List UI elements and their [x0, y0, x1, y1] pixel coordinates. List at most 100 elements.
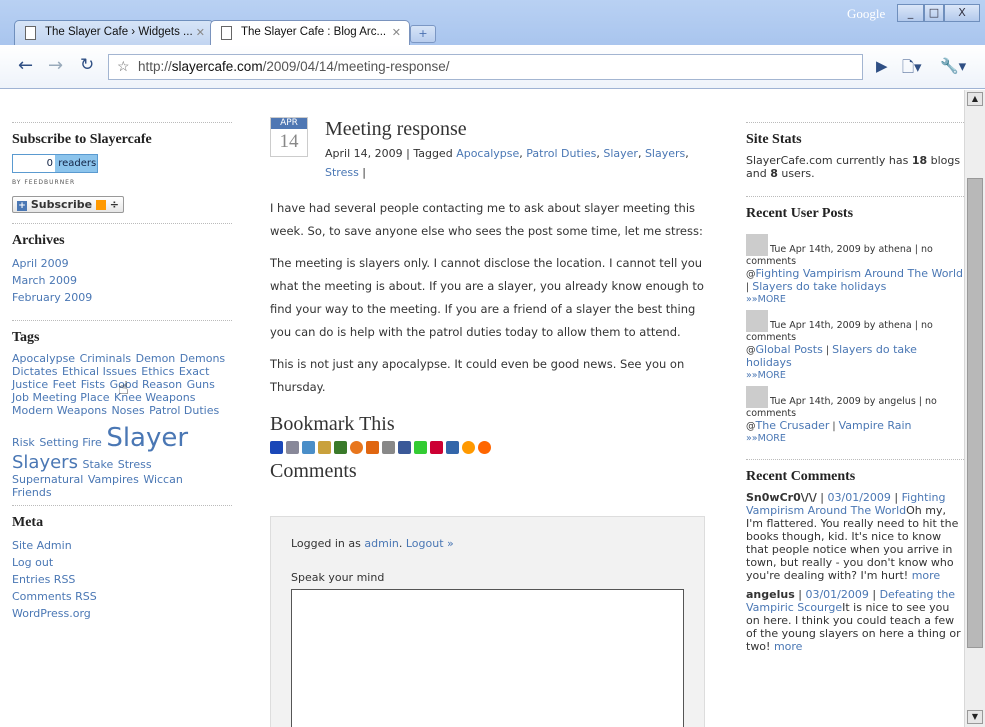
- tag-link[interactable]: Stake: [82, 458, 113, 471]
- maximize-button[interactable]: □: [924, 4, 944, 22]
- tag-link[interactable]: Ethical Issues: [62, 365, 137, 378]
- tag-link[interactable]: Risk: [12, 436, 35, 449]
- close-tab-icon[interactable]: ✕: [392, 26, 401, 39]
- tab-blog-archive[interactable]: The Slayer Cafe : Blog Arc... ✕: [210, 20, 410, 45]
- google-icon[interactable]: [414, 441, 427, 454]
- tag-link[interactable]: Friends: [12, 486, 52, 499]
- comment-date-link[interactable]: 03/01/2009: [805, 588, 868, 601]
- new-tab-button[interactable]: +: [410, 25, 436, 43]
- site-admin-link[interactable]: Site Admin: [12, 539, 72, 552]
- tag-link[interactable]: Job Meeting Place: [12, 391, 110, 404]
- forward-icon[interactable]: →: [48, 55, 63, 76]
- tag-link[interactable]: Guns: [187, 378, 215, 391]
- technorati-icon[interactable]: [366, 441, 379, 454]
- subscribe-widget: Subscribe to Slayercafe 0 readers BY FEE…: [12, 122, 232, 223]
- post-paragraph: I have had several people contacting me …: [270, 201, 703, 238]
- recent-post-link[interactable]: Slayers do take holidays: [752, 280, 886, 293]
- tag-link[interactable]: Ethics: [141, 365, 174, 378]
- comment-date-link[interactable]: 03/01/2009: [828, 491, 891, 504]
- minimize-button[interactable]: _: [897, 4, 924, 22]
- tag-link-medium[interactable]: Slayers: [12, 452, 78, 473]
- logout-link[interactable]: Logout »: [406, 537, 454, 550]
- tag-link[interactable]: Criminals: [80, 352, 132, 365]
- more-link[interactable]: »»MORE: [746, 370, 786, 381]
- tag-link[interactable]: Patrol Duties: [149, 404, 219, 417]
- rss-icon[interactable]: [462, 441, 475, 454]
- tag-link[interactable]: Setting Fire: [39, 436, 102, 449]
- tag-link[interactable]: Noses: [111, 404, 144, 417]
- post-tag-link[interactable]: Patrol Duties: [526, 147, 596, 160]
- furl-icon[interactable]: [318, 441, 331, 454]
- close-window-button[interactable]: X: [944, 4, 980, 22]
- recent-posts-title: Recent User Posts: [746, 196, 964, 222]
- digg-icon[interactable]: [286, 441, 299, 454]
- more-link[interactable]: »»MORE: [746, 294, 786, 305]
- subscribe-button[interactable]: + Subscribe ÷: [12, 196, 124, 213]
- delicious-icon[interactable]: [270, 441, 283, 454]
- tag-link[interactable]: Wiccan: [143, 473, 183, 486]
- post-title: Meeting response: [325, 118, 467, 140]
- tag-link[interactable]: Exact: [179, 365, 210, 378]
- post-tag-link[interactable]: Slayers: [645, 147, 685, 160]
- back-icon[interactable]: ←: [18, 55, 33, 76]
- blinklist-icon[interactable]: [302, 441, 315, 454]
- recent-comment-item: Sn0wCr0\/\/ | 03/01/2009 | Fighting Vamp…: [746, 491, 959, 582]
- tags-widget: Tags Apocalypse Criminals Demon Demons D…: [12, 320, 232, 499]
- feedburner-counter[interactable]: 0 readers: [12, 154, 98, 173]
- recent-post-link[interactable]: Global Posts: [756, 343, 823, 356]
- recent-posts-widget: Recent User Posts Tue Apr 14th, 2009 by …: [746, 196, 964, 445]
- tag-link[interactable]: Stress: [118, 458, 152, 471]
- scrollbar[interactable]: ▲ ▼: [964, 90, 985, 727]
- archive-link[interactable]: April 2009: [12, 257, 69, 270]
- wrench-icon[interactable]: 🔧▾: [940, 57, 966, 75]
- tagged-label: Tagged: [413, 147, 453, 160]
- tag-link[interactable]: Apocalypse: [12, 352, 75, 365]
- reload-icon[interactable]: ↻: [80, 55, 94, 75]
- newsvine-icon[interactable]: [446, 441, 459, 454]
- user-link[interactable]: admin: [364, 537, 398, 550]
- more-link[interactable]: more: [774, 640, 803, 653]
- wordpress-link[interactable]: WordPress.org: [12, 607, 91, 620]
- play-icon[interactable]: ▶: [876, 57, 888, 75]
- tag-link[interactable]: Supernatural: [12, 473, 83, 486]
- post-tag-link[interactable]: Apocalypse: [456, 147, 519, 160]
- tag-link[interactable]: Feet: [53, 378, 77, 391]
- tag-link[interactable]: Vampires: [88, 473, 139, 486]
- yahoo-icon[interactable]: [430, 441, 443, 454]
- tag-link[interactable]: Justice: [12, 378, 48, 391]
- recent-post-link[interactable]: Vampire Rain: [839, 419, 912, 432]
- recent-post-item: Tue Apr 14th, 2009 by athena | no commen…: [746, 234, 964, 306]
- scroll-up-icon[interactable]: ▲: [967, 92, 983, 106]
- blogmarks-icon[interactable]: [334, 441, 347, 454]
- star-icon[interactable]: ☆: [117, 58, 130, 75]
- tab-widgets[interactable]: The Slayer Cafe › Widgets ... ✕: [14, 20, 214, 45]
- entries-rss-link[interactable]: Entries RSS: [12, 573, 75, 586]
- archive-link[interactable]: February 2009: [12, 291, 92, 304]
- recent-post-link[interactable]: The Crusader: [756, 419, 830, 432]
- logout-link[interactable]: Log out: [12, 556, 53, 569]
- tag-link-large[interactable]: Slayer: [106, 423, 188, 453]
- more-link[interactable]: more: [912, 569, 941, 582]
- post-tag-link[interactable]: Slayer: [603, 147, 638, 160]
- more-link[interactable]: »»MORE: [746, 433, 786, 444]
- tag-link[interactable]: Fists: [81, 378, 105, 391]
- comments-rss-link[interactable]: Comments RSS: [12, 590, 97, 603]
- post-tag-link[interactable]: Stress: [325, 166, 359, 179]
- scroll-down-icon[interactable]: ▼: [967, 710, 983, 724]
- facebook-icon[interactable]: [398, 441, 411, 454]
- page-menu-icon[interactable]: 🗋▾: [902, 57, 922, 82]
- browser-tab-strip: The Slayer Cafe › Widgets ... ✕ The Slay…: [0, 0, 985, 45]
- address-bar[interactable]: ☆ http://slayercafe.com/2009/04/14/meeti…: [108, 54, 863, 80]
- tag-link[interactable]: Modern Weapons: [12, 404, 107, 417]
- stumbleupon-icon[interactable]: [350, 441, 363, 454]
- close-tab-icon[interactable]: ✕: [196, 26, 205, 39]
- recent-post-link[interactable]: Fighting Vampirism Around The World: [756, 267, 963, 280]
- scroll-thumb[interactable]: [967, 178, 983, 648]
- tag-link[interactable]: Dictates: [12, 365, 57, 378]
- archive-link[interactable]: March 2009: [12, 274, 77, 287]
- tag-link[interactable]: Demons: [180, 352, 225, 365]
- comment-textarea[interactable]: [291, 589, 684, 727]
- tag-link[interactable]: Demon: [136, 352, 176, 365]
- reddit-icon[interactable]: [382, 441, 395, 454]
- mixx-icon[interactable]: [478, 441, 491, 454]
